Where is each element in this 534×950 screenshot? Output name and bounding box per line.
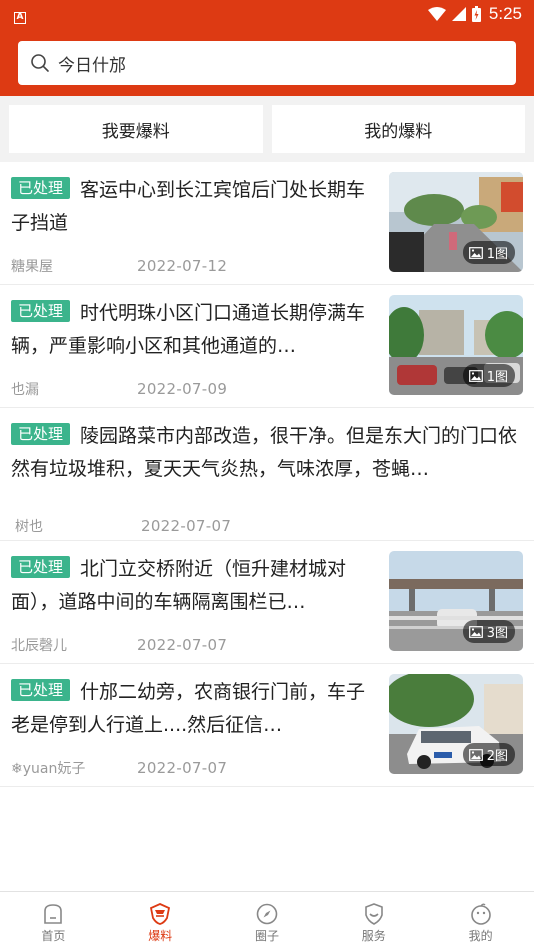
nav-mine-label: 我的 bbox=[468, 929, 493, 943]
nav-service[interactable]: 服务 bbox=[320, 892, 427, 950]
notification-a-icon: A bbox=[14, 12, 26, 24]
feed-item-title: 已处理 客运中心到长江宾馆后门处长期车子挡道 bbox=[11, 162, 371, 240]
feed-item-thumbnail[interactable]: 3图 bbox=[389, 551, 523, 651]
nav-circle[interactable]: 圈子 bbox=[214, 892, 321, 950]
status-badge: 已处理 bbox=[11, 300, 71, 322]
status-time: 5:25 bbox=[488, 4, 522, 23]
nav-home-label: 首页 bbox=[41, 929, 66, 943]
image-count: 1图 bbox=[462, 364, 515, 387]
nav-report-label: 爆料 bbox=[148, 929, 173, 943]
feed-item-title: 已处理 陵园路菜市内部改造，很干净。但是东大门的门口依然有垃圾堆积，夏天天气炎热，… bbox=[11, 408, 523, 486]
feed-item-title: 已处理 什邡二幼旁，农商银行门前，车子老是停到人行道上....然后征信… bbox=[11, 664, 371, 742]
feed-item-meta: ❄yuan妧子 2022-07-07 bbox=[11, 758, 227, 778]
image-count-label: 2图 bbox=[486, 749, 508, 764]
search-placeholder: 今日什邡 bbox=[58, 55, 126, 76]
feed-item-date: 2022-07-12 bbox=[137, 257, 228, 275]
wifi-icon bbox=[427, 7, 446, 21]
nav-service-label: 服务 bbox=[361, 929, 386, 943]
feed-item[interactable]: 已处理 客运中心到长江宾馆后门处长期车子挡道 糖果屋 2022-07-12 1图 bbox=[0, 162, 534, 285]
feed-item-title: 已处理 时代明珠小区门口通道长期停满车辆，严重影响小区和其他通道的… bbox=[11, 285, 371, 363]
home-icon bbox=[44, 904, 63, 924]
feed-item-meta: 北辰磬儿 2022-07-07 bbox=[11, 635, 227, 655]
nav-report[interactable]: 爆料 bbox=[107, 892, 214, 950]
feed-item-date: 2022-07-07 bbox=[141, 517, 232, 535]
feed-item[interactable]: 已处理 陵园路菜市内部改造，很干净。但是东大门的门口依然有垃圾堆积，夏天天气炎热，… bbox=[0, 408, 534, 541]
feed-item-date: 2022-07-09 bbox=[137, 380, 228, 398]
feed-item[interactable]: 已处理 北门立交桥附近（恒升建材城对面），道路中间的车辆隔离围栏已… 北辰磬儿 2… bbox=[0, 541, 534, 664]
image-icon bbox=[468, 369, 483, 382]
search-header: 今日什邡 bbox=[0, 28, 534, 96]
profile-face-icon bbox=[470, 903, 491, 925]
feed-item-title: 已处理 北门立交桥附近（恒升建材城对面），道路中间的车辆隔离围栏已… bbox=[11, 541, 371, 619]
feed-item-meta: 糖果屋 2022-07-12 bbox=[11, 256, 227, 276]
image-count-label: 1图 bbox=[486, 370, 508, 385]
report-tabs: 我要爆料 我的爆料 bbox=[0, 96, 534, 162]
search-icon bbox=[31, 54, 49, 72]
image-count: 1图 bbox=[462, 241, 515, 264]
feed-item-author: ❄yuan妧子 bbox=[11, 761, 86, 777]
feed-item-thumbnail[interactable]: 1图 bbox=[389, 172, 523, 272]
nav-mine[interactable]: 我的 bbox=[427, 892, 534, 950]
status-badge: 已处理 bbox=[11, 177, 71, 199]
status-badge: 已处理 bbox=[11, 423, 71, 445]
feed-item-author: 糖果屋 bbox=[11, 259, 53, 275]
search-input[interactable]: 今日什邡 bbox=[18, 41, 516, 85]
nav-circle-label: 圈子 bbox=[254, 929, 279, 943]
status-badge: 已处理 bbox=[11, 556, 71, 578]
feed-item-thumbnail[interactable]: 2图 bbox=[389, 674, 523, 774]
feed-item-date: 2022-07-07 bbox=[137, 759, 228, 777]
image-icon bbox=[468, 748, 483, 761]
feed-item-title-text: 陵园路菜市内部改造，很干净。但是东大门的门口依然有垃圾堆积，夏天天气炎热，气味浓… bbox=[11, 425, 518, 480]
feed-item-meta: 也漏 2022-07-09 bbox=[11, 379, 227, 399]
feed-item[interactable]: 已处理 时代明珠小区门口通道长期停满车辆，严重影响小区和其他通道的… 也漏 202… bbox=[0, 285, 534, 408]
battery-icon bbox=[471, 6, 481, 22]
bottom-nav: 首页 爆料 圈子 服务 我的 bbox=[0, 891, 534, 950]
image-count: 3图 bbox=[462, 620, 515, 643]
feed-item-meta: 树也 2022-07-07 bbox=[15, 516, 231, 536]
image-icon bbox=[468, 625, 483, 638]
feed-item-author: 也漏 bbox=[11, 382, 39, 398]
status-bar: A 5:25 bbox=[0, 0, 534, 28]
feed-item-author: 北辰磬儿 bbox=[11, 638, 67, 654]
service-shield-icon bbox=[364, 903, 383, 925]
my-reports-button[interactable]: 我的爆料 bbox=[271, 105, 525, 153]
nav-home[interactable]: 首页 bbox=[0, 892, 107, 950]
status-badge: 已处理 bbox=[11, 679, 71, 701]
compass-icon bbox=[256, 903, 278, 925]
signal-icon bbox=[451, 7, 466, 21]
image-count-label: 1图 bbox=[486, 247, 508, 262]
submit-report-button[interactable]: 我要爆料 bbox=[9, 105, 263, 153]
feed-item-date: 2022-07-07 bbox=[137, 636, 228, 654]
report-shield-icon bbox=[150, 903, 171, 925]
feed-item[interactable]: 已处理 什邡二幼旁，农商银行门前，车子老是停到人行道上....然后征信… ❄yua… bbox=[0, 664, 534, 787]
feed-item-thumbnail[interactable]: 1图 bbox=[389, 295, 523, 395]
image-count-label: 3图 bbox=[486, 626, 508, 641]
feed-item-author: 树也 bbox=[15, 519, 43, 535]
image-icon bbox=[468, 246, 483, 259]
report-feed: 已处理客运中心到长江宾馆后门处长期车子挡道 糖果屋 2022-07-12 1图 bbox=[0, 162, 534, 787]
image-count: 2图 bbox=[462, 743, 515, 766]
